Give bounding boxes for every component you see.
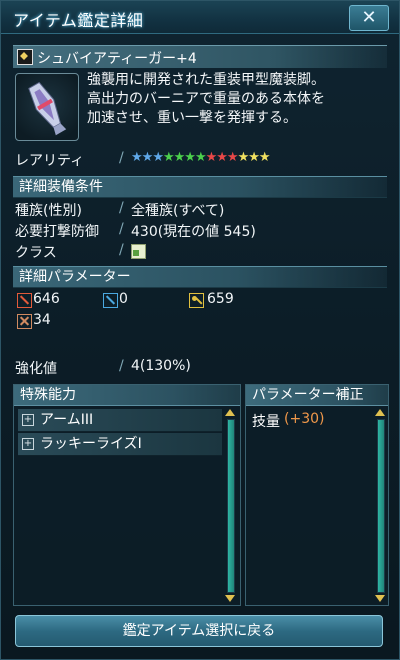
scroll-down-icon[interactable] [225,595,235,602]
rarity-stars: ★★★★★★★★★★★★★ [131,150,271,165]
technique-attack-icon [189,293,204,308]
separator: / [119,242,124,258]
special-abilities-header: 特殊能力 [14,385,240,406]
grind-value: 4(130%) [131,358,191,374]
scroll-up-icon[interactable] [375,409,385,416]
rarity-label: レアリティ [15,153,85,169]
bonus-label: 技量 [252,414,280,430]
grind-label: 強化値 [15,361,57,377]
rarity-star-icon: ★ [162,150,175,165]
striking-attack-icon [17,293,32,308]
expand-icon: + [22,414,34,426]
return-to-appraisal-selection-button[interactable]: 鑑定アイテム選択に戻る [15,615,383,647]
description-line: 加速させ、重い一撃を発揮する。 [87,110,297,126]
bonus-value: (+30) [284,411,325,427]
dexterity-value: 34 [33,312,51,328]
race-gender-label: 種族(性別) [15,203,82,219]
rarity-star-icon: ★ [152,150,164,165]
class-icon [131,244,146,259]
item-appraisal-window: アイテム鑑定詳細 ✕ シュバイアティーガー+4 強襲用に開発された重装甲型魔装脚… [0,0,400,660]
parameter-bonus-panel: パラメーター補正 技量 (+30) [245,384,389,606]
ability-item[interactable]: + ラッキーライズI [18,433,222,456]
leg-unit-type-icon [17,49,33,65]
dexterity-icon [17,314,32,329]
item-image [15,73,79,141]
rarity-star-icon: ★ [141,150,154,165]
scroll-down-icon[interactable] [375,595,385,602]
rarity-star-icon: ★ [205,150,218,165]
rarity-star-icon: ★ [258,150,271,165]
separator: / [119,358,124,374]
rarity-star-icon: ★ [216,150,228,165]
ability-label: ラッキーライズI [40,436,142,452]
class-label: クラス [15,245,57,261]
separator: / [119,200,124,216]
rarity-star-icon: ★ [226,150,239,165]
required-defense-label: 必要打撃防御 [15,224,99,240]
striking-attack-value: 646 [33,291,60,307]
technique-attack-value: 659 [207,291,234,307]
title-bar: アイテム鑑定詳細 ✕ [1,1,399,34]
ranged-attack-value: 0 [119,291,128,307]
scrollbar[interactable] [377,419,385,593]
separator: / [119,221,124,237]
scroll-up-icon[interactable] [225,409,235,416]
description-line: 強襲用に開発された重装甲型魔装脚。 [87,72,325,88]
description-line: 高出力のバーニアで重量のある本体を [87,91,325,107]
rarity-star-icon: ★ [248,150,260,165]
race-gender-value: 全種族(すべて) [131,203,225,219]
scroll-thumb[interactable] [378,420,384,592]
ranged-attack-icon [103,293,118,308]
special-abilities-panel: 特殊能力 + アームIII + ラッキーライズI [13,384,241,606]
ability-label: アームIII [40,412,94,428]
item-description: 強襲用に開発された重装甲型魔装脚。 高出力のバーニアで重量のある本体を 加速させ… [87,71,387,128]
ability-item[interactable]: + アームIII [18,409,222,432]
separator: / [119,150,124,166]
rarity-star-icon: ★ [184,150,196,165]
parameters-header: 詳細パラメーター [13,266,387,288]
parameter-bonus-header: パラメーター補正 [246,385,388,406]
item-name: シュバイアティーガー+4 [37,51,197,67]
rarity-star-icon: ★ [131,150,143,165]
rarity-star-icon: ★ [173,150,186,165]
equip-conditions-header: 詳細装備条件 [13,176,387,198]
item-name-bar: シュバイアティーガー+4 [13,45,387,68]
rarity-star-icon: ★ [237,150,250,165]
scrollbar[interactable] [227,419,235,593]
close-button[interactable]: ✕ [349,5,389,31]
scroll-thumb[interactable] [228,420,234,592]
expand-icon: + [22,438,34,450]
required-defense-value: 430(現在の値 545) [131,224,256,240]
rarity-star-icon: ★ [194,150,207,165]
window-title: アイテム鑑定詳細 [13,11,144,30]
